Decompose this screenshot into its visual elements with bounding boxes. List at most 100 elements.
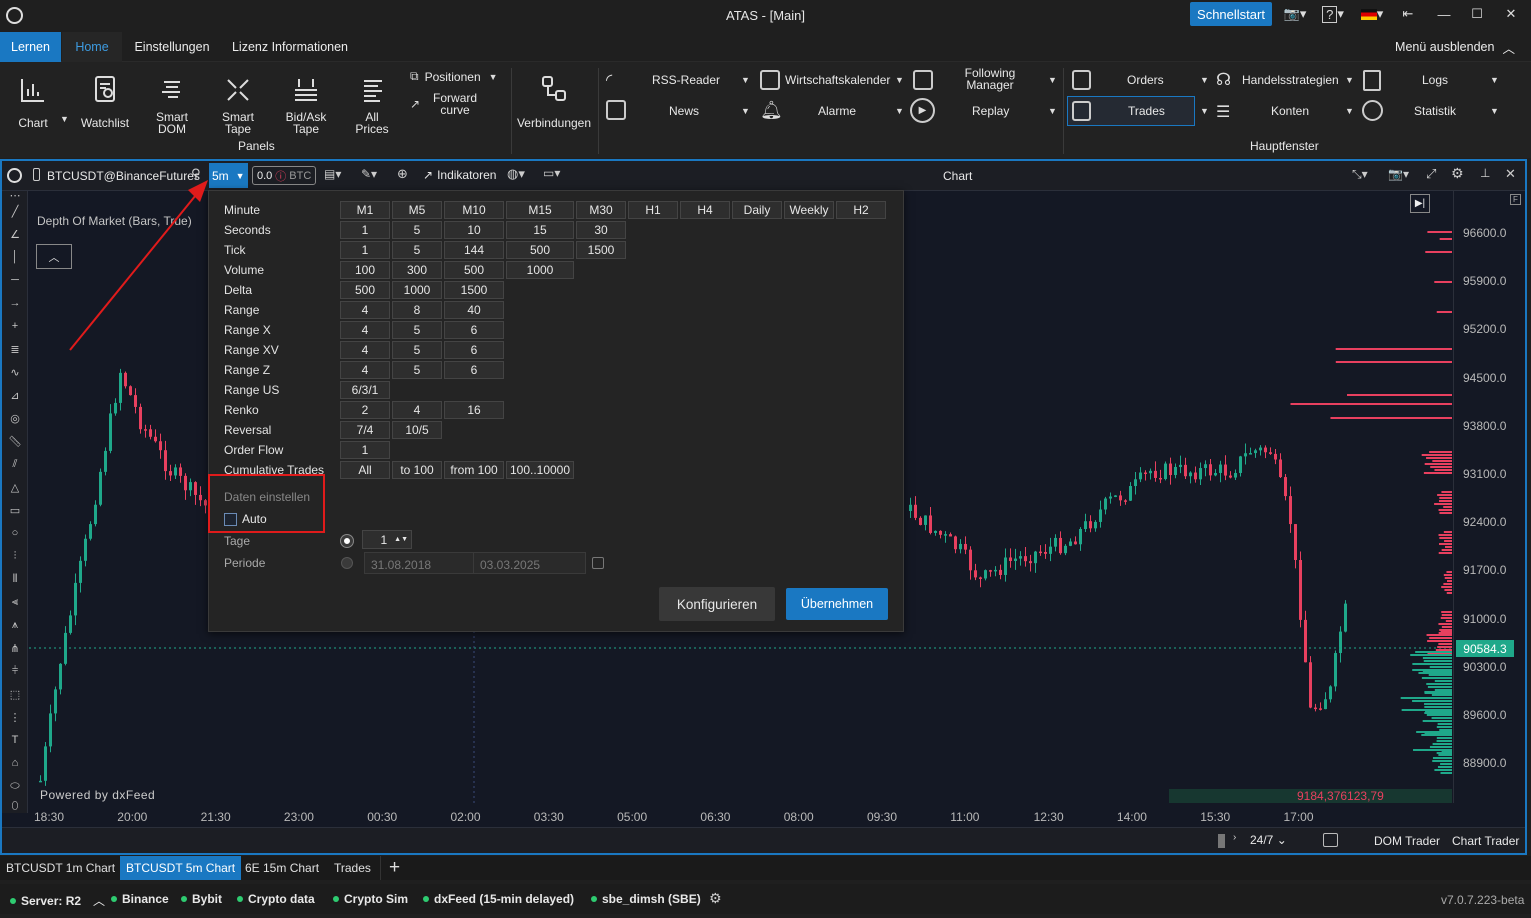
timeframe-value-cell[interactable]: 1000 xyxy=(506,261,574,279)
handelsstrategien-button[interactable]: Handelsstrategien xyxy=(1242,73,1339,87)
wirtschaftskalender-button[interactable]: Wirtschaftskalender xyxy=(785,73,890,87)
timeframe-header-cell[interactable]: Weekly xyxy=(784,201,834,219)
pin-icon[interactable]: ⇤ xyxy=(1398,4,1418,24)
timeframe-value-cell[interactable]: 10/5 xyxy=(392,421,442,439)
fullscreen-icon[interactable]: ⤢ xyxy=(1426,166,1436,182)
timeframe-value-cell[interactable]: 500 xyxy=(340,281,390,299)
timeframe-value-cell[interactable]: from 100 xyxy=(444,461,504,479)
settings-gear-icon[interactable]: ⚙ xyxy=(1451,165,1464,182)
channel-icon[interactable]: ⫽ xyxy=(7,456,23,472)
window-layout-icon[interactable]: ▭▾ xyxy=(543,166,560,180)
timeframe-value-cell[interactable]: 300 xyxy=(392,261,442,279)
add-tab-icon[interactable]: + xyxy=(380,856,408,880)
curve-tool-icon[interactable]: ∿ xyxy=(7,364,23,380)
timeframe-value-cell[interactable]: 5 xyxy=(392,221,442,239)
arrow-tool-icon[interactable]: → xyxy=(7,295,23,311)
tab-6e-15m[interactable]: 6E 15m Chart xyxy=(239,856,325,880)
price-axis[interactable]: F 96600.0 95900.0 95200.0 94500.0 93800.0 931… xyxy=(1453,191,1525,803)
connection-crypto-sim[interactable]: Crypto Sim xyxy=(333,892,408,906)
timeframe-value-cell[interactable]: to 100 xyxy=(392,461,442,479)
cluster-icon[interactable]: ⫷ xyxy=(7,594,23,610)
close-icon[interactable]: ✕ xyxy=(1501,4,1521,24)
handel-dropdown-icon[interactable]: ▼ xyxy=(1345,75,1354,85)
calendar-small-icon[interactable] xyxy=(1323,833,1338,847)
timeframe-value-cell[interactable]: 4 xyxy=(340,341,390,359)
smart-tape-button[interactable]: Smart Tape xyxy=(214,68,262,135)
minimize-icon[interactable]: — xyxy=(1434,4,1454,24)
tab-trades[interactable]: Trades xyxy=(328,856,377,880)
scroll-right-icon[interactable]: › xyxy=(1233,832,1236,843)
timeframe-header-cell[interactable]: M10 xyxy=(444,201,504,219)
timeframe-value-cell[interactable]: 6 xyxy=(444,341,504,359)
timeframe-value-cell[interactable]: 40 xyxy=(444,301,504,319)
profile-icon[interactable]: ⫶ xyxy=(7,548,23,564)
dotted-vertical-icon[interactable]: ⋮ xyxy=(7,709,23,725)
eraser-icon[interactable]: ⬯ xyxy=(7,798,23,814)
timeframe-value-cell[interactable]: 500 xyxy=(444,261,504,279)
vertical-line-icon[interactable]: │ xyxy=(7,249,23,265)
orders-dropdown-icon[interactable]: ▼ xyxy=(1200,75,1209,85)
tab-lernen[interactable]: Lernen xyxy=(0,32,61,62)
chart-button[interactable]: Chart xyxy=(10,68,56,129)
timeframe-value-cell[interactable]: 4 xyxy=(340,361,390,379)
connection-binance[interactable]: Binance xyxy=(111,892,169,906)
tab-home[interactable]: Home xyxy=(62,32,122,62)
alarme-button[interactable]: Alarme xyxy=(818,104,856,118)
volume-filter[interactable]: 0.0 ⓘ BTC xyxy=(252,166,316,185)
connection-crypto-data[interactable]: Crypto data xyxy=(237,892,315,906)
timeframe-value-cell[interactable]: 100..10000 xyxy=(506,461,574,479)
split-icon[interactable]: ⫩ xyxy=(7,663,23,679)
template-icon[interactable]: ◍▾ xyxy=(507,166,525,182)
line-tool-icon[interactable]: ╱ xyxy=(7,203,23,219)
camera-icon[interactable]: 📷▾ xyxy=(1388,167,1409,181)
following-manager-button[interactable]: Following Manager xyxy=(958,67,1022,91)
timeframe-value-cell[interactable]: 500 xyxy=(506,241,574,259)
trades-button[interactable]: Trades xyxy=(1128,104,1165,118)
bidask-tape-button[interactable]: Bid/Ask Tape xyxy=(280,68,332,135)
screenshot-icon[interactable]: 📷▾ xyxy=(1280,4,1310,24)
statistik-dropdown-icon[interactable]: ▼ xyxy=(1490,106,1499,116)
circle-icon[interactable]: ○ xyxy=(7,525,23,541)
configure-button[interactable]: Konfigurieren xyxy=(659,587,775,621)
connection-bybit[interactable]: Bybit xyxy=(181,892,222,906)
news-dropdown-icon[interactable]: ▼ xyxy=(741,106,750,116)
help-icon[interactable]: ? ▾ xyxy=(1318,4,1348,24)
rss-dropdown-icon[interactable]: ▼ xyxy=(741,75,750,85)
wirtschaft-dropdown-icon[interactable]: ▼ xyxy=(895,75,904,85)
text-tool-icon[interactable]: T xyxy=(7,732,23,748)
trend-icon[interactable]: ⩚ xyxy=(7,617,23,633)
maximize-icon[interactable]: ☐ xyxy=(1467,4,1487,24)
angle-tool-icon[interactable]: ∠ xyxy=(7,226,23,242)
hide-menu-button[interactable]: Menü ausblenden ︿ xyxy=(1390,32,1520,62)
periode-radio[interactable] xyxy=(341,557,353,569)
timeframe-value-cell[interactable]: 5 xyxy=(392,321,442,339)
replay-dropdown-icon[interactable]: ▼ xyxy=(1048,106,1057,116)
scroll-handle[interactable] xyxy=(1218,834,1225,848)
rectangle-icon[interactable]: ▭ xyxy=(7,502,23,518)
timeframe-header-cell[interactable]: M5 xyxy=(392,201,442,219)
timeframe-header-cell[interactable]: M30 xyxy=(576,201,626,219)
tage-radio[interactable] xyxy=(341,535,353,547)
timeframe-value-cell[interactable]: 16 xyxy=(444,401,504,419)
apply-button[interactable]: Übernehmen xyxy=(786,588,888,620)
tab-btcusdt-5m[interactable]: BTCUSDT 5m Chart xyxy=(120,856,242,880)
timeframe-value-cell[interactable]: 1 xyxy=(340,241,390,259)
pin-chart-icon[interactable]: ⊥ xyxy=(1480,166,1490,180)
timeframe-value-cell[interactable]: 144 xyxy=(444,241,504,259)
alarme-dropdown-icon[interactable]: ▼ xyxy=(895,106,904,116)
quickstart-button[interactable]: Schnellstart xyxy=(1190,2,1272,26)
date-from-field[interactable]: 31.08.2018 xyxy=(364,552,474,574)
timeframe-value-cell[interactable]: 1500 xyxy=(576,241,626,259)
language-flag-icon[interactable]: ▾ xyxy=(1355,4,1389,24)
forward-curve-button[interactable]: ↗ Forward curve xyxy=(410,92,480,116)
pencil-icon[interactable]: ✎▾ xyxy=(361,167,377,181)
timeframe-value-cell[interactable]: 4 xyxy=(340,321,390,339)
tab-btcusdt-1m[interactable]: BTCUSDT 1m Chart xyxy=(0,856,121,880)
date-to-field[interactable]: 03.03.2025 xyxy=(473,552,586,574)
timeframe-header-cell[interactable]: M15 xyxy=(506,201,574,219)
stepper-arrows-icon[interactable]: ▲▼ xyxy=(394,536,408,543)
following-dropdown-icon[interactable]: ▼ xyxy=(1048,75,1057,85)
trades-dropdown-icon[interactable]: ▼ xyxy=(1200,106,1209,116)
verbindungen-button[interactable]: Verbindungen xyxy=(514,68,594,129)
timeframe-value-cell[interactable]: 8 xyxy=(392,301,442,319)
